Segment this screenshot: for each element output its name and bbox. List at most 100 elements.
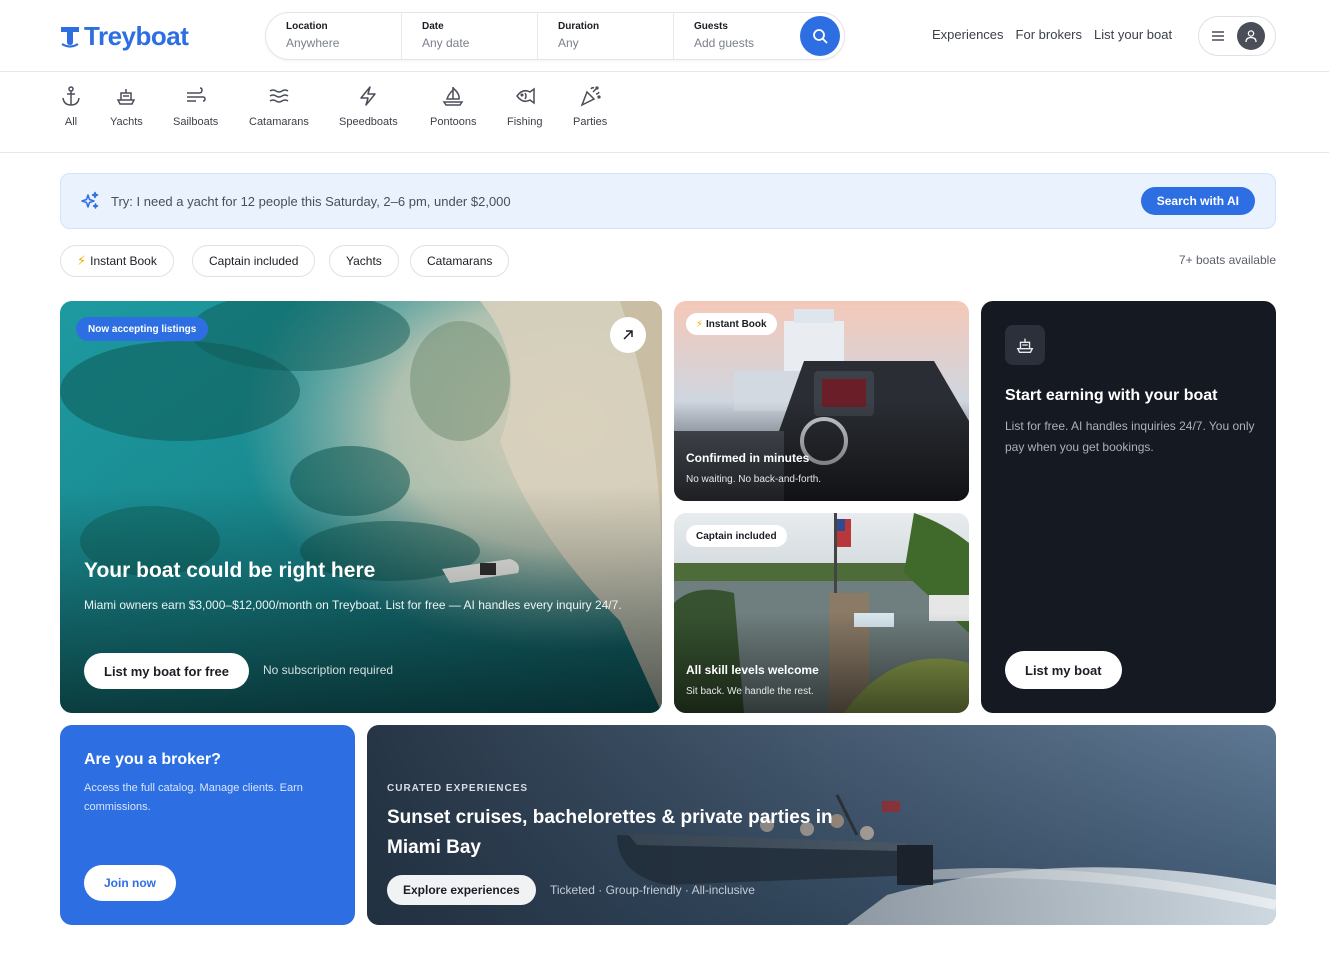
duration-label: Duration [558,21,600,32]
arrow-up-right-icon [623,330,633,340]
experiences-kicker: CURATED EXPERIENCES [387,783,529,794]
captain-card-title: All skill levels welcome [686,663,819,677]
anchor-icon [59,84,83,108]
hero-note: No subscription required [263,663,394,677]
bolt-icon: ⚡ [77,253,87,268]
top-header: Treyboat Location Anywhere Date Any date… [0,0,1329,72]
search-button[interactable] [800,16,840,56]
user-menu-button[interactable] [1198,16,1276,56]
party-icon [578,84,602,108]
filter-catamarans[interactable]: Catamarans [410,245,510,277]
category-pontoons[interactable]: Pontoons [430,84,476,128]
avatar [1237,22,1265,50]
list-my-boat-button[interactable]: List my boat [1005,651,1122,689]
boats-available-count: 7+ boats available [1178,253,1276,267]
tag-label: Instant Book [706,318,767,330]
guests-label: Guests [694,21,728,32]
category-sailboats[interactable]: Sailboats [173,84,218,128]
chip-label: Yachts [346,254,382,268]
category-label: Sailboats [173,116,219,128]
tag-label: Captain included [696,530,777,542]
ai-prompt-text: Try: I need a yacht for 12 people this S… [111,194,511,209]
category-all[interactable]: All [59,84,83,128]
open-listing-button[interactable] [610,317,646,353]
explore-experiences-button[interactable]: Explore experiences [387,875,536,905]
date-field[interactable]: Date Any date [402,12,538,60]
category-label: Fishing [507,116,543,128]
broker-card: Are you a broker? Access the full catalo… [60,725,355,925]
chip-label: Instant Book [90,254,157,268]
hero-listing-card[interactable]: Now accepting listings Your boat could b… [60,301,662,713]
nav-brokers-link[interactable]: For brokers [1016,27,1082,42]
location-label: Location [286,21,328,32]
category-yachts[interactable]: Yachts [110,84,143,128]
bolt-icon [356,84,380,108]
category-fishing[interactable]: Fishing [507,84,542,128]
duration-value: Any [558,36,579,50]
bolt-icon: ⚡ [696,318,704,330]
search-with-ai-button[interactable]: Search with AI [1140,187,1255,215]
captain-included-tag: Captain included [686,525,787,547]
user-icon [1245,30,1257,43]
search-bar: Location Anywhere Date Any date Duration… [265,12,845,60]
category-label: Catamarans [249,116,309,128]
top-nav: Experiences For brokers List your boat [932,27,1172,42]
instant-book-tag: ⚡ Instant Book [686,313,777,335]
location-value: Anywhere [286,36,340,50]
experiences-note: Ticketed · Group-friendly · All-inclusiv… [550,883,755,897]
category-bar: All Yachts Sailboats Catamarans Speedboa… [0,72,1329,153]
fish-icon [513,84,537,108]
yacht-icon [1005,325,1045,365]
category-catamarans[interactable]: Catamarans [249,84,309,128]
wind-icon [184,84,208,108]
chip-label: Captain included [209,254,299,268]
sailboat-icon [441,84,465,108]
chip-label: Catamarans [427,254,493,268]
category-label: Parties [573,116,608,128]
hero-subtitle: Miami owners earn $3,000–$12,000/month o… [84,598,622,612]
category-parties[interactable]: Parties [573,84,607,128]
hero-title: Your boat could be right here [84,559,376,582]
earn-title: Start earning with your boat [1005,387,1218,404]
logo-mark-icon [61,27,79,48]
broker-subtitle: Access the full catalog. Manage clients.… [84,782,303,813]
instant-card-subtitle: No waiting. No back-and-forth. [686,474,822,485]
menu-icon [1212,31,1224,41]
sparkles-icon [81,191,99,209]
join-now-button[interactable]: Join now [84,865,176,901]
captain-included-card[interactable]: Captain included All skill levels welcom… [674,513,969,713]
start-earning-card: Start earning with your boat List for fr… [981,301,1276,713]
category-label: Yachts [110,116,143,128]
guests-value: Add guests [694,36,755,50]
guests-field[interactable]: Guests Add guests [674,12,800,60]
captain-card-subtitle: Sit back. We handle the rest. [686,686,814,697]
instant-book-card[interactable]: ⚡ Instant Book Confirmed in minutes No w… [674,301,969,501]
nav-list-boat-link[interactable]: List your boat [1094,27,1172,42]
category-label: Speedboats [339,116,398,128]
category-label: Pontoons [430,116,477,128]
brand-name: Treyboat [84,20,189,51]
filter-captain-included[interactable]: Captain included [192,245,316,277]
broker-title: Are you a broker? [84,751,221,768]
experiences-card[interactable]: CURATED EXPERIENCES Sunset cruises, bach… [367,725,1276,925]
location-field[interactable]: Location Anywhere [266,12,402,60]
earn-subtitle: List for free. AI handles inquiries 24/7… [1005,419,1255,454]
ai-search-bar[interactable]: Try: I need a yacht for 12 people this S… [60,173,1276,229]
date-label: Date [422,21,444,32]
yacht-icon [114,84,138,108]
filter-yachts[interactable]: Yachts [329,245,399,277]
category-label: All [64,116,78,128]
now-accepting-badge: Now accepting listings [76,317,209,341]
nav-experiences-link[interactable]: Experiences [932,27,1004,42]
list-boat-free-button[interactable]: List my boat for free [84,653,249,689]
brand-logo[interactable]: Treyboat [60,20,189,51]
instant-card-title: Confirmed in minutes [686,451,810,465]
experiences-title: Sunset cruises, bachelorettes & private … [387,807,833,858]
category-speedboats[interactable]: Speedboats [339,84,398,128]
aerial-water-image [60,301,662,713]
duration-field[interactable]: Duration Any [538,12,674,60]
filter-instant-book[interactable]: ⚡ Instant Book [60,245,174,277]
waves-icon [267,84,291,108]
date-value: Any date [422,36,470,50]
search-icon [813,29,828,44]
